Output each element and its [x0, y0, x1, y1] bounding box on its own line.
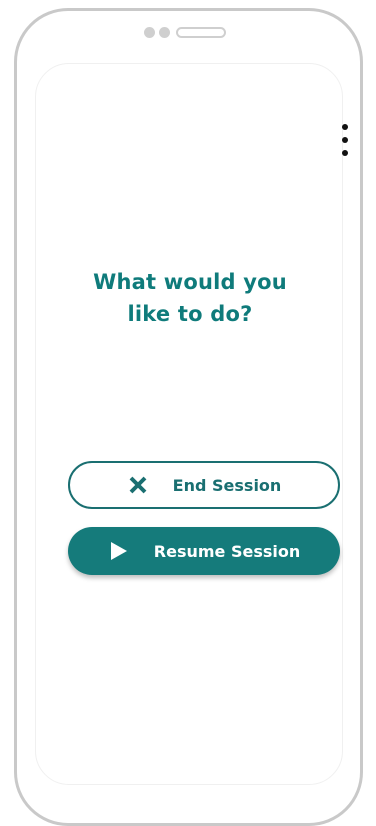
- sensor-dot: [159, 27, 170, 38]
- page-title: What would you like to do?: [36, 266, 344, 330]
- camera-dot: [144, 27, 155, 38]
- menu-dot: [342, 124, 348, 130]
- title-line: What would you: [93, 270, 287, 294]
- menu-dot: [342, 137, 348, 143]
- phone-speaker: [144, 27, 226, 38]
- end-session-button[interactable]: End Session: [68, 461, 340, 509]
- title-line: like to do?: [127, 302, 253, 326]
- play-icon: [108, 540, 130, 562]
- app-screen: What would you like to do? End Session R…: [35, 63, 348, 785]
- menu-dot: [342, 150, 348, 156]
- resume-session-button[interactable]: Resume Session: [68, 527, 340, 575]
- phone-frame: What would you like to do? End Session R…: [14, 8, 363, 826]
- resume-session-label: Resume Session: [153, 541, 301, 561]
- end-session-label: End Session: [172, 475, 282, 495]
- speaker-grille: [176, 27, 226, 38]
- more-options-icon[interactable]: [338, 124, 352, 156]
- close-icon: [127, 474, 149, 496]
